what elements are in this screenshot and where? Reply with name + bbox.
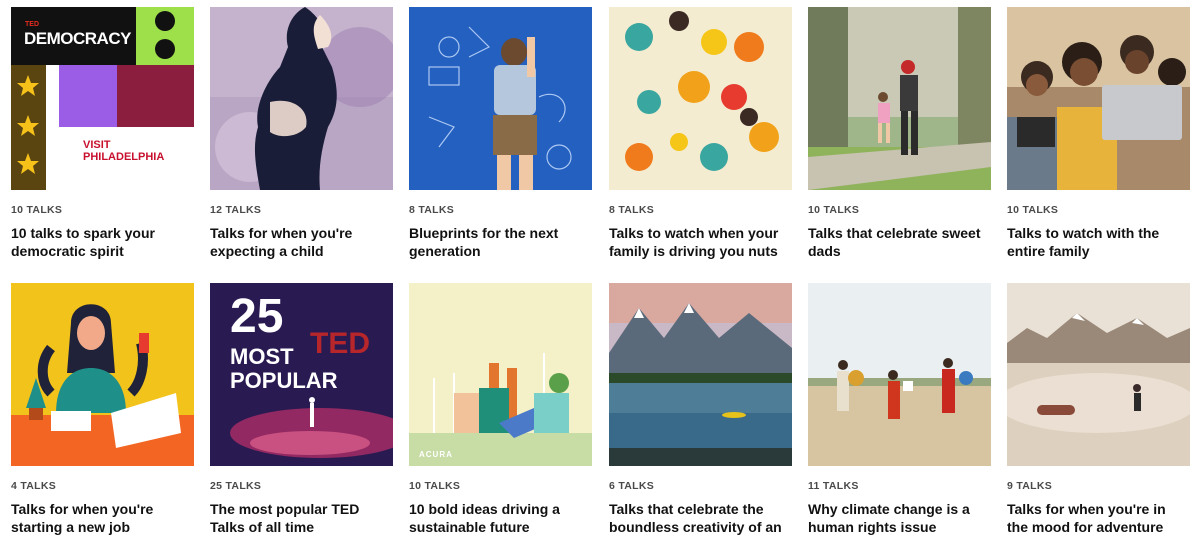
playlist-thumbnail[interactable]: [808, 7, 991, 190]
talk-count: 8 TALKS: [609, 204, 655, 216]
playlist-title[interactable]: Blueprints for the next generation: [409, 224, 592, 260]
ted-logo-small: TED: [25, 21, 39, 28]
playlist-thumbnail[interactable]: [609, 283, 792, 466]
philadelphia-word: PHILADELPHIA: [83, 151, 165, 163]
most-word: MOST: [230, 344, 294, 369]
people-walking-photo: [808, 283, 991, 466]
playlist-card[interactable]: 12 TALKS Talks for when you're expecting…: [210, 7, 393, 260]
ted-stage-logo: TED: [310, 327, 370, 360]
democracy-word: DEMOCRACY: [24, 29, 131, 48]
boy-chalkboard-photo: [409, 7, 592, 190]
playlist-title[interactable]: Talks for when you're expecting a child: [210, 224, 393, 260]
playlist-thumbnail[interactable]: [11, 283, 194, 466]
talk-count: 9 TALKS: [1007, 480, 1053, 492]
playlist-title[interactable]: Why climate change is a human rights iss…: [808, 500, 991, 536]
talk-count: 4 TALKS: [11, 480, 57, 492]
talk-count: 8 TALKS: [409, 204, 455, 216]
playlist-card[interactable]: 4 TALKS Talks for when you're starting a…: [11, 283, 194, 536]
family-laptop-photo: [1007, 7, 1190, 190]
family-faces-illustration: [609, 7, 792, 190]
dad-and-kid-photo: [808, 7, 991, 190]
talk-count: 10 TALKS: [409, 480, 461, 492]
playlist-card[interactable]: 10 TALKS Talks to watch with the entire …: [1007, 7, 1190, 260]
new-job-illustration: [11, 283, 194, 466]
playlist-card[interactable]: 10 TALKS Talks that celebrate sweet dads: [808, 7, 991, 260]
talk-count: 11 TALKS: [808, 480, 859, 492]
desert-adventure-photo: [1007, 283, 1190, 466]
talk-count: 6 TALKS: [609, 480, 655, 492]
talk-count: 10 TALKS: [1007, 204, 1059, 216]
playlist-card[interactable]: 9 TALKS Talks for when you're in the moo…: [1007, 283, 1190, 536]
pregnant-woman-illustration: [210, 7, 393, 190]
playlist-title[interactable]: Talks to watch with the entire family: [1007, 224, 1190, 260]
playlist-card[interactable]: 6 TALKS Talks that celebrate the boundle…: [609, 283, 792, 536]
playlist-thumbnail[interactable]: [609, 7, 792, 190]
playlist-title[interactable]: Talks that celebrate the boundless creat…: [609, 500, 792, 536]
playlist-thumbnail[interactable]: 25 MOST POPULAR TED: [210, 283, 393, 466]
playlist-title[interactable]: The most popular TED Talks of all time: [210, 500, 393, 536]
playlist-title[interactable]: 10 bold ideas driving a sustainable futu…: [409, 500, 592, 536]
talk-count: 10 TALKS: [808, 204, 860, 216]
playlist-thumbnail[interactable]: TED DEMOCRACY VISIT PHILADELPHIA: [11, 7, 194, 190]
popular-word: POPULAR: [230, 368, 338, 393]
playlist-title[interactable]: Talks that celebrate sweet dads: [808, 224, 991, 260]
playlist-title[interactable]: Talks for when you're in the mood for ad…: [1007, 500, 1190, 536]
playlist-card[interactable]: 11 TALKS Why climate change is a human r…: [808, 283, 991, 536]
playlist-thumbnail[interactable]: [808, 283, 991, 466]
playlist-thumbnail[interactable]: [210, 7, 393, 190]
playlist-card[interactable]: 25 MOST POPULAR TED 25 TALKS The most po…: [210, 283, 393, 536]
playlist-thumbnail[interactable]: [1007, 7, 1190, 190]
playlist-card[interactable]: 8 TALKS Talks to watch when your family …: [609, 7, 792, 260]
playlist-card[interactable]: TED DEMOCRACY VISIT PHILADELPHIA 10 TALK…: [11, 7, 194, 260]
visit-word: VISIT: [83, 139, 111, 151]
twenty-five-number: 25: [230, 290, 284, 343]
playlist-grid: TED DEMOCRACY VISIT PHILADELPHIA 10 TALK…: [0, 0, 1200, 537]
sustainable-city-illustration: [409, 283, 592, 466]
playlist-thumbnail[interactable]: [409, 7, 592, 190]
playlist-title[interactable]: Talks for when you're starting a new job: [11, 500, 194, 536]
playlist-title[interactable]: 10 talks to spark your democratic spirit: [11, 224, 194, 260]
acura-logo: ACURA: [419, 450, 453, 459]
playlist-thumbnail[interactable]: [1007, 283, 1190, 466]
playlist-thumbnail[interactable]: ACURA: [409, 283, 592, 466]
playlist-title[interactable]: Talks to watch when your family is drivi…: [609, 224, 792, 260]
playlist-card[interactable]: ACURA 10 TALKS 10 bold ideas driving a s…: [409, 283, 592, 536]
talk-count: 25 TALKS: [210, 480, 262, 492]
playlist-card[interactable]: 8 TALKS Blueprints for the next generati…: [409, 7, 592, 260]
mountain-lake-photo: [609, 283, 792, 466]
talk-count: 10 TALKS: [11, 204, 63, 216]
talk-count: 12 TALKS: [210, 204, 262, 216]
